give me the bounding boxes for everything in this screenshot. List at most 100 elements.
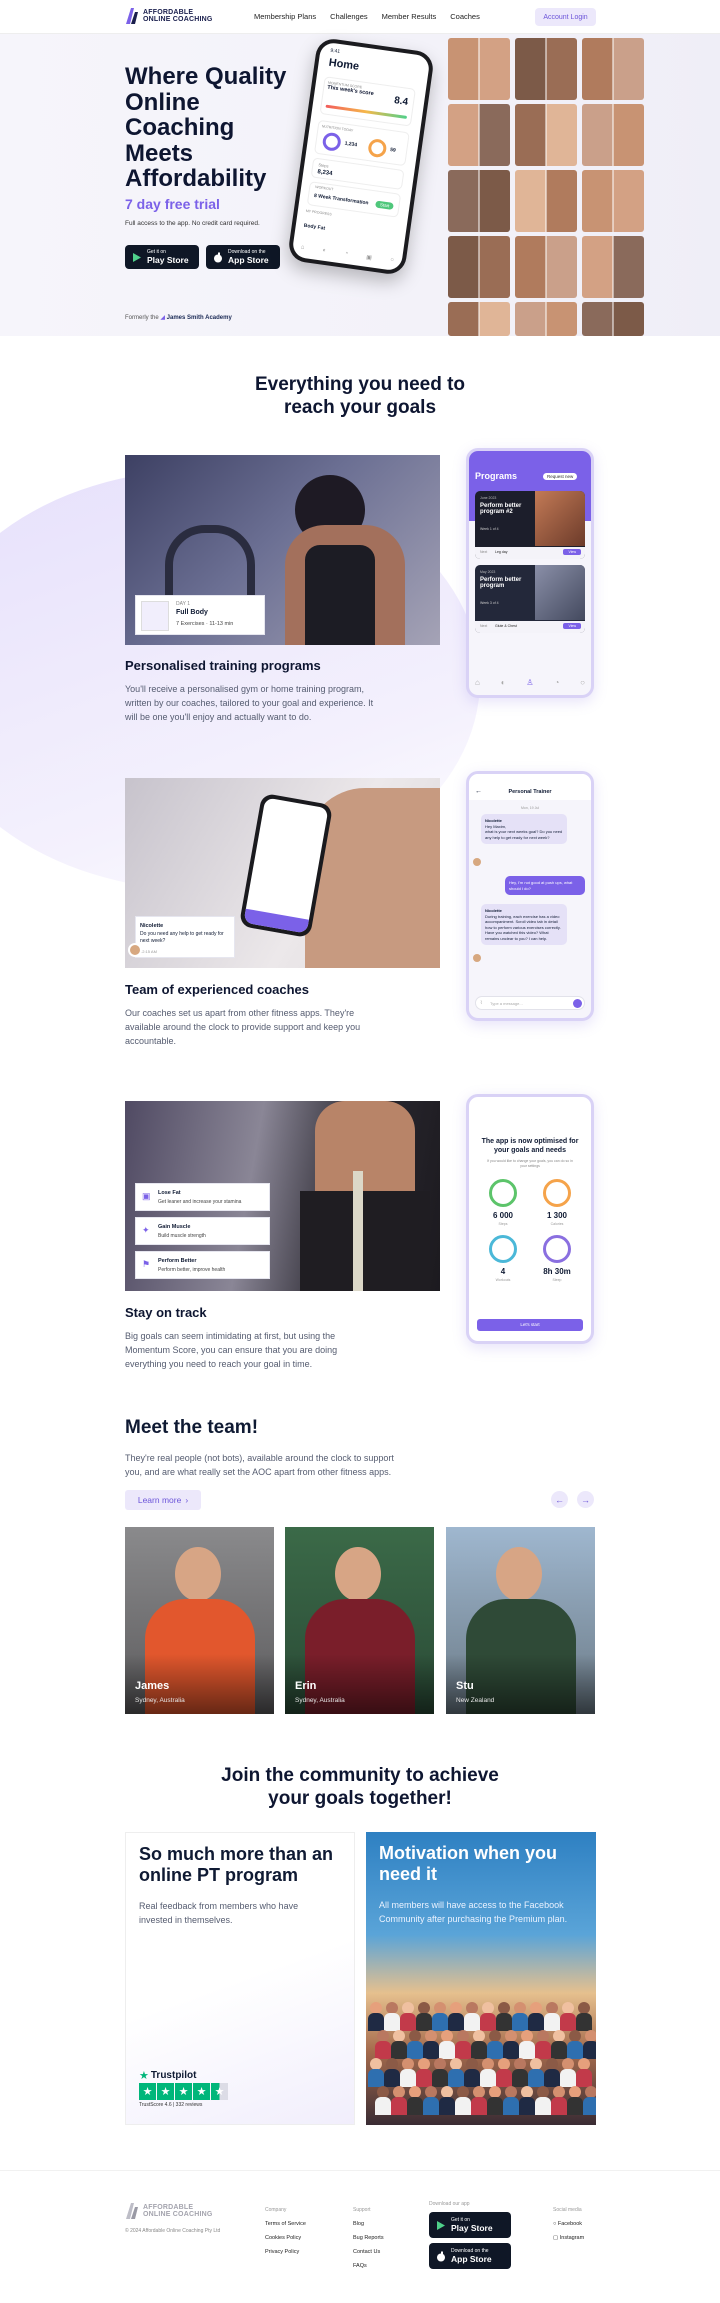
team-member-card[interactable]: James Sydney, Australia bbox=[125, 1527, 274, 1714]
result-photo bbox=[515, 104, 577, 166]
crowd-body bbox=[576, 2013, 592, 2031]
program-1-view-button[interactable]: View bbox=[563, 549, 581, 555]
goal-option-1[interactable]: ▣ Lose Fat Get leaner and increase your st… bbox=[135, 1183, 270, 1211]
hero-section: Where Quality Online Coaching Meets Affo… bbox=[0, 34, 720, 336]
instagram-link[interactable]: ▢ Instagram bbox=[553, 2231, 584, 2245]
learn-more-button[interactable]: Learn more › bbox=[125, 1490, 201, 1510]
footer-logo[interactable]: AFFORDABLE ONLINE COACHING bbox=[125, 2202, 213, 2220]
blog-link[interactable]: Blog bbox=[353, 2217, 384, 2231]
training-image: DAY 1 Full Body 7 Exercises · 11-13 min bbox=[125, 455, 440, 645]
hero-title: Where Quality Online Coaching Meets Affo… bbox=[125, 63, 287, 192]
footer-social: Social media ○ Facebook ▢ Instagram bbox=[553, 2203, 584, 2245]
instagram-label: Instagram bbox=[559, 2235, 585, 2241]
result-photo bbox=[448, 236, 510, 298]
team-next-arrow-icon[interactable]: → bbox=[577, 1491, 594, 1508]
copyright: © 2024 Affordable Online Coaching Pty Lt… bbox=[125, 2228, 221, 2234]
chat-title: Personal Trainer bbox=[508, 789, 552, 795]
crowd-body bbox=[384, 2069, 400, 2087]
tab-profile-icon[interactable]: ○ bbox=[580, 678, 585, 687]
brand-line1: AFFORDABLE bbox=[143, 8, 194, 16]
footer-app-big: App Store bbox=[451, 2254, 492, 2264]
app-store-button[interactable]: Download on the App Store bbox=[206, 245, 280, 269]
program-card-1[interactable]: June 2023 Perform better program #2 Week… bbox=[475, 491, 585, 559]
feature-2-title: Team of experienced coaches bbox=[125, 982, 310, 997]
trustpilot-star-icon: ★ bbox=[139, 2070, 149, 2082]
team-member-card[interactable]: Erin Sydney, Australia bbox=[285, 1527, 434, 1714]
body-fat-label: Body Fat bbox=[303, 222, 326, 232]
nav-membership-plans[interactable]: Membership Plans bbox=[254, 12, 316, 21]
play-store-button[interactable]: Get it on Play Store bbox=[125, 245, 199, 269]
footer-play-big: Play Store bbox=[451, 2223, 493, 2233]
result-photo bbox=[515, 302, 577, 336]
hero-phone-mockup: 9:41 Home MOMENTUM SCORE This week's sco… bbox=[286, 36, 436, 277]
crowd-body bbox=[407, 2097, 423, 2115]
lets-start-button[interactable]: Let's start bbox=[477, 1319, 583, 1331]
team-member-card[interactable]: Stu New Zealand bbox=[446, 1527, 595, 1714]
formerly-prefix: Formerly the bbox=[125, 315, 159, 321]
community-title: Join the community to achieve your goals … bbox=[0, 1764, 720, 1810]
crowd-body bbox=[519, 2041, 535, 2059]
crowd-body bbox=[448, 2013, 464, 2031]
progress-label: MY PROGRESS bbox=[305, 208, 332, 217]
community-left-title: So much more than an online PT program bbox=[139, 1844, 334, 1885]
crowd-body bbox=[551, 2041, 567, 2059]
chat-input-placeholder: Type a message... bbox=[490, 1001, 523, 1006]
crowd-body bbox=[583, 2041, 596, 2059]
footer-play-store-button[interactable]: Get it on Play Store bbox=[429, 2212, 511, 2238]
trustpilot-stars: ★ ★ ★ ★ ★ bbox=[139, 2083, 228, 2100]
result-photo bbox=[582, 170, 644, 232]
feature-3-title: Stay on track bbox=[125, 1305, 207, 1320]
chat-avatar-2 bbox=[473, 954, 481, 962]
send-icon[interactable] bbox=[573, 999, 582, 1008]
program-2-view-button[interactable]: View bbox=[563, 623, 581, 629]
chat-bubble-2: Hey, I'm not good at push ups, what shou… bbox=[505, 876, 585, 895]
team-title: Meet the team! bbox=[125, 1417, 259, 1438]
workout-tab-icon: ◐ bbox=[322, 247, 327, 255]
crowd-body bbox=[455, 2097, 471, 2115]
chat-input[interactable]: ⌇ Type a message... bbox=[475, 996, 585, 1010]
tab-stats-icon[interactable]: ◔ bbox=[554, 678, 559, 687]
community-right-body: All members will have access to the Face… bbox=[379, 1900, 568, 1924]
trustpilot-score: TrustScore 4.6 | 332 reviews bbox=[139, 2102, 203, 2108]
workout-start-button[interactable]: Start bbox=[375, 200, 394, 210]
contact-link[interactable]: Contact Us bbox=[353, 2245, 384, 2259]
goal-option-2[interactable]: ✦ Gain Muscle Build muscle strength bbox=[135, 1217, 270, 1245]
cookies-link[interactable]: Cookies Policy bbox=[265, 2231, 306, 2245]
account-login-button[interactable]: Account Login bbox=[535, 8, 596, 26]
request-new-button[interactable]: Request new bbox=[543, 473, 578, 480]
feature-3-body: Big goals can seem intimidating at first… bbox=[125, 1331, 338, 1369]
crowd-body bbox=[480, 2069, 496, 2087]
nav-challenges[interactable]: Challenges bbox=[330, 12, 368, 21]
nav-coaches[interactable]: Coaches bbox=[450, 12, 480, 21]
goal-option-3[interactable]: ⚑ Perform Better Perform better, improve h… bbox=[135, 1251, 270, 1279]
tab-workout-icon[interactable]: ◐ bbox=[501, 678, 506, 687]
footer-app-store-button[interactable]: Download on the App Store bbox=[429, 2243, 511, 2269]
program-1-date: June 2023 bbox=[480, 496, 497, 500]
footer-brand-line1: AFFORDABLE bbox=[143, 2203, 194, 2211]
profile-tab-icon: ○ bbox=[389, 257, 395, 264]
crowd-body bbox=[391, 2041, 407, 2059]
community-left-card: So much more than an online PT program R… bbox=[125, 1832, 355, 2125]
nav-member-results[interactable]: Member Results bbox=[382, 12, 437, 21]
team-prev-arrow-icon[interactable]: ← bbox=[551, 1491, 568, 1508]
terms-link[interactable]: Terms of Service bbox=[265, 2217, 306, 2231]
trustpilot-logo[interactable]: ★ Trustpilot bbox=[139, 2069, 196, 2082]
program-1-photo bbox=[535, 491, 585, 546]
attach-icon[interactable]: ⌇ bbox=[480, 1000, 482, 1006]
facebook-link[interactable]: ○ Facebook bbox=[553, 2217, 584, 2231]
privacy-link[interactable]: Privacy Policy bbox=[265, 2245, 306, 2259]
crowd-body bbox=[512, 2013, 528, 2031]
workout-overlay-card: DAY 1 Full Body 7 Exercises · 11-13 min bbox=[135, 595, 265, 635]
athlete-top bbox=[305, 545, 375, 645]
footer-company: Company Terms of Service Cookies Policy Pri… bbox=[265, 2203, 306, 2259]
faqs-link[interactable]: FAQs bbox=[353, 2259, 384, 2273]
bug-reports-link[interactable]: Bug Reports bbox=[353, 2231, 384, 2245]
community-right-title: Motivation when you need it bbox=[379, 1843, 557, 1884]
tab-programs-icon[interactable]: ♙ bbox=[526, 678, 533, 687]
programs-mockup: Programs Request new June 2023 Perform b… bbox=[466, 448, 594, 698]
crowd-body bbox=[471, 2041, 487, 2059]
program-card-2[interactable]: May 2023 Perform better program Week 3 o… bbox=[475, 565, 585, 633]
chat-bubble-3: Nicolette During training, each exercise … bbox=[481, 904, 567, 945]
tab-home-icon[interactable]: ⌂ bbox=[475, 678, 480, 687]
brand-logo[interactable]: AFFORDABLE ONLINE COACHING bbox=[125, 7, 213, 25]
